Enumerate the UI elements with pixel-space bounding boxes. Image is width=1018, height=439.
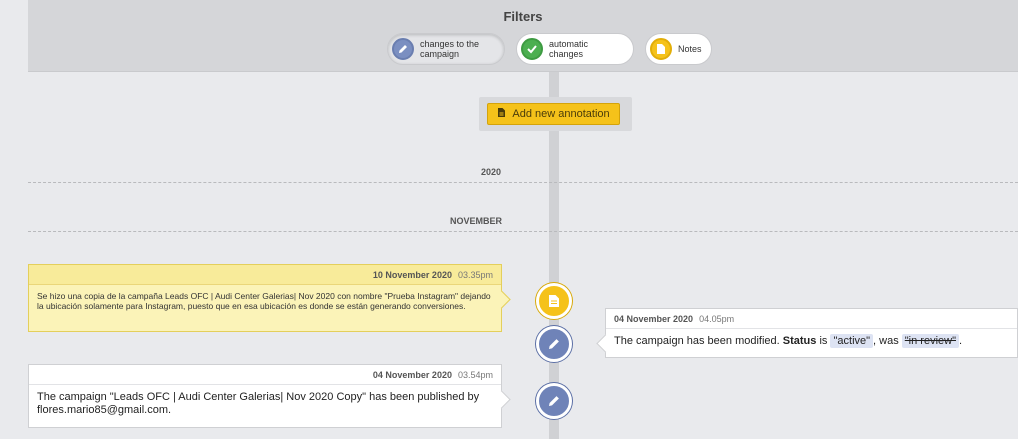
check-icon bbox=[521, 38, 543, 60]
month-separator bbox=[28, 231, 1018, 232]
card-header: 10 November 2020 03.35pm bbox=[29, 265, 501, 285]
changed-field: Status bbox=[782, 335, 817, 347]
document-icon bbox=[497, 107, 506, 121]
old-value-tag: "in review" bbox=[901, 334, 959, 348]
left-gutter bbox=[0, 0, 28, 439]
filter-label-line2: campaign bbox=[420, 49, 460, 59]
note-card: 10 November 2020 03.35pm Se hizo una cop… bbox=[28, 264, 502, 332]
filter-campaign-changes[interactable]: changes to the campaign bbox=[387, 33, 505, 65]
filter-label-line1: changes to the bbox=[420, 39, 480, 49]
event-date: 04 November 2020 bbox=[372, 369, 452, 380]
note-text: Se hizo una copia de la campaña Leads OF… bbox=[37, 291, 491, 311]
card-header: 04 November 2020 04.05pm bbox=[606, 309, 1017, 329]
filter-notes[interactable]: Notes bbox=[645, 33, 712, 65]
edit-node-icon bbox=[536, 383, 572, 419]
suffix: . bbox=[959, 335, 963, 347]
event-time: 03.54pm bbox=[457, 369, 493, 380]
filters-title: Filters bbox=[503, 9, 543, 24]
document-icon bbox=[650, 38, 672, 60]
change-text-prefix: The campaign has been modified. bbox=[614, 335, 780, 347]
filter-automatic-changes-label: automatic changes bbox=[549, 39, 589, 59]
change-text: The campaign has been modified. Status i… bbox=[606, 329, 1017, 354]
was-word: , was bbox=[873, 335, 899, 347]
event-time: 03.35pm bbox=[457, 269, 493, 280]
edit-node-icon bbox=[536, 326, 572, 362]
new-value-tag: "active" bbox=[830, 334, 874, 348]
change-text: The campaign "Leads OFC | Audi Center Ga… bbox=[37, 391, 480, 416]
event-time: 04.05pm bbox=[699, 313, 735, 324]
year-separator bbox=[28, 182, 1018, 183]
filter-campaign-changes-label: changes to the campaign bbox=[420, 39, 479, 59]
add-annotation-container: Add new annotation bbox=[479, 97, 632, 131]
is-word: is bbox=[819, 335, 828, 347]
note-node-icon bbox=[536, 283, 572, 319]
month-label: NOVEMBER bbox=[450, 216, 503, 226]
pencil-icon bbox=[392, 38, 414, 60]
change-card-status: 04 November 2020 04.05pm The campaign ha… bbox=[605, 308, 1018, 358]
change-card-published: 04 November 2020 03.54pm The campaign "L… bbox=[28, 364, 502, 428]
year-label: 2020 bbox=[481, 167, 502, 177]
card-header: 04 November 2020 03.54pm bbox=[29, 365, 501, 385]
filters-bar: Filters changes to the campaign automati… bbox=[28, 0, 1018, 72]
add-annotation-label: Add new annotation bbox=[512, 108, 610, 120]
filter-notes-label: Notes bbox=[678, 44, 702, 54]
filter-automatic-changes[interactable]: automatic changes bbox=[516, 33, 634, 65]
event-date: 10 November 2020 bbox=[372, 269, 452, 280]
add-annotation-button[interactable]: Add new annotation bbox=[487, 103, 620, 125]
event-date: 04 November 2020 bbox=[614, 313, 694, 324]
